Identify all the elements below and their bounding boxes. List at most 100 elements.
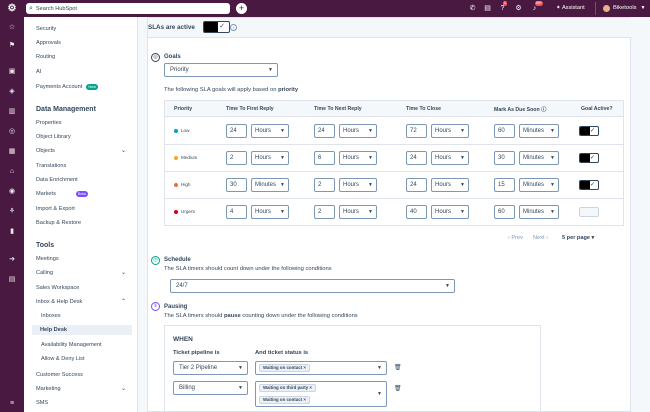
goal-active-toggle[interactable]: ✓: [579, 180, 599, 190]
status-tag[interactable]: Waiting on contact ×: [259, 364, 310, 372]
due-soon-value-input[interactable]: 60: [494, 124, 515, 138]
sidebar-item-approvals[interactable]: Approvals: [36, 38, 132, 48]
close-unit-select[interactable]: Hours ▼: [431, 178, 469, 192]
unit-value: Minutes: [523, 155, 545, 161]
first-reply-unit-select[interactable]: Hours ▼: [251, 124, 289, 138]
sidebar-item-help-desk[interactable]: Help Desk: [32, 325, 132, 335]
section-title-data-management: Data Management: [36, 106, 96, 113]
due-soon-unit-select[interactable]: Minutes ▼: [519, 124, 559, 138]
prev-page-button[interactable]: ‹ Prev: [508, 235, 523, 241]
first-reply-unit-select[interactable]: Minutes ▼: [251, 178, 289, 192]
next-reply-value-input[interactable]: 2: [314, 205, 335, 219]
sidebar-item-customer-success[interactable]: Customer Success: [36, 370, 132, 380]
close-value-input[interactable]: 72: [406, 124, 427, 138]
status-tag[interactable]: Waiting on third party ×: [259, 384, 316, 392]
due-soon-unit-select[interactable]: Minutes ▼: [519, 205, 559, 219]
first-reply-unit-select[interactable]: Hours ▼: [251, 151, 289, 165]
per-page-select[interactable]: 5 per page ▾: [562, 235, 594, 241]
sales-icon[interactable]: ▥: [7, 107, 17, 117]
sidebar-item-meetings[interactable]: Meetings: [36, 254, 132, 264]
hubspot-logo-icon[interactable]: ⚙: [0, 0, 24, 17]
dropdown-arrow-icon: ▼: [368, 209, 373, 215]
first-reply-value-input[interactable]: 4: [226, 205, 247, 219]
close-value-input[interactable]: 24: [406, 178, 427, 192]
sidebar-item-calling[interactable]: Calling ⌄: [36, 268, 132, 278]
sidebar-item-ai[interactable]: AI: [36, 67, 132, 77]
sidebar-item-sales-workspace[interactable]: Sales Workspace: [36, 283, 132, 293]
marketplace-icon[interactable]: ▤: [483, 4, 492, 13]
next-reply-unit-select[interactable]: Hours ▼: [339, 178, 377, 192]
goals-select[interactable]: Priority ▼: [164, 63, 278, 77]
reporting-icon[interactable]: ▮: [7, 227, 17, 237]
due-soon-unit-select[interactable]: Minutes ▼: [519, 151, 559, 165]
sidebar-item-objects[interactable]: Objects ⌄: [36, 146, 132, 156]
search-input[interactable]: ⌕ Search HubSpot: [26, 3, 230, 14]
due-soon-unit-select[interactable]: Minutes ▼: [519, 178, 559, 192]
goal-active-toggle[interactable]: [579, 207, 599, 217]
commerce-icon[interactable]: ⌂: [7, 167, 17, 177]
status-tag[interactable]: Waiting on contact ×: [259, 396, 310, 404]
bookmark-icon[interactable]: ☆: [7, 23, 17, 33]
next-reply-value-input[interactable]: 2: [314, 178, 335, 192]
info-icon[interactable]: i: [230, 24, 237, 31]
assistant-button[interactable]: ✦ Assistant: [556, 3, 585, 14]
next-reply-value-input[interactable]: 6: [314, 151, 335, 165]
sidebar-item-routing[interactable]: Routing: [36, 52, 132, 62]
goal-active-toggle[interactable]: ✓: [579, 126, 599, 136]
due-soon-value-input[interactable]: 60: [494, 205, 515, 219]
sidebar-item-sms[interactable]: SMS: [36, 398, 132, 408]
sidebar-item-import-export[interactable]: Import & Export: [36, 204, 132, 214]
sidebar-item-label: Translations: [36, 163, 67, 169]
pipeline-select[interactable]: Billing ▼: [173, 381, 248, 395]
account-menu[interactable]: Biketools ▼: [603, 3, 645, 14]
next-reply-unit-select[interactable]: Hours ▼: [339, 151, 377, 165]
automation-icon[interactable]: ⚘: [7, 207, 17, 217]
close-value-input[interactable]: 40: [406, 205, 427, 219]
apps-icon[interactable]: ▤: [7, 275, 17, 285]
data-icon[interactable]: ◉: [7, 187, 17, 197]
next-reply-unit-select[interactable]: Hours ▼: [339, 205, 377, 219]
sla-active-toggle[interactable]: ✓: [203, 21, 230, 33]
next-page-button[interactable]: Next ›: [533, 235, 548, 241]
schedule-select[interactable]: 24/7 ▼: [170, 279, 455, 293]
expand-icon[interactable]: ≡: [7, 399, 17, 409]
sidebar-item-payments-account[interactable]: Payments Account New: [36, 82, 132, 92]
sidebar-item-inbox-help-desk[interactable]: Inbox & Help Desk ⌃: [36, 297, 132, 307]
sidebar-item-properties[interactable]: Properties: [36, 118, 132, 128]
phone-icon[interactable]: ✆: [468, 4, 477, 13]
contacts-icon[interactable]: ▣: [7, 67, 17, 77]
sidebar-item-availability-management[interactable]: Availability Management: [41, 340, 137, 350]
sidebar-item-security[interactable]: Security: [36, 24, 132, 34]
first-reply-unit-select[interactable]: Hours ▼: [251, 205, 289, 219]
trash-icon[interactable]: 🗑: [394, 385, 402, 392]
content-icon[interactable]: ▦: [7, 147, 17, 157]
goal-active-toggle[interactable]: ✓: [579, 153, 599, 163]
sidebar-item-backup-restore[interactable]: Backup & Restore: [36, 218, 132, 228]
settings-icon[interactable]: ⚙: [514, 4, 523, 13]
first-reply-value-input[interactable]: 2: [226, 151, 247, 165]
close-unit-select[interactable]: Hours ▼: [431, 205, 469, 219]
sidebar-item-translations[interactable]: Translations: [36, 161, 132, 171]
marketing-icon[interactable]: ◈: [7, 87, 17, 97]
sidebar-item-allow-deny-list[interactable]: Allow & Deny List: [41, 354, 137, 364]
create-button[interactable]: +: [236, 3, 247, 14]
due-soon-value-input[interactable]: 15: [494, 178, 515, 192]
first-reply-value-input[interactable]: 30: [226, 178, 247, 192]
sidebar-item-data-enrichment[interactable]: Data Enrichment: [36, 175, 132, 185]
collapse-arrow-icon[interactable]: ➜: [7, 255, 17, 265]
sidebar-item-inboxes[interactable]: Inboxes: [41, 311, 137, 321]
trash-icon[interactable]: 🗑: [394, 364, 402, 371]
due-soon-value-input[interactable]: 30: [494, 151, 515, 165]
sidebar-item-object-library[interactable]: Object Library: [36, 132, 132, 142]
bookmarks-icon[interactable]: ⚑: [7, 41, 17, 51]
sidebar-item-marketing[interactable]: Marketing ⌄: [36, 384, 132, 394]
first-reply-value-input[interactable]: 24: [226, 124, 247, 138]
close-value-input[interactable]: 24: [406, 151, 427, 165]
close-unit-select[interactable]: Hours ▼: [431, 124, 469, 138]
service-icon[interactable]: ◎: [7, 127, 17, 137]
next-reply-value-input[interactable]: 24: [314, 124, 335, 138]
pipeline-select[interactable]: Tier 2 Pipeline ▼: [173, 361, 248, 375]
next-reply-unit-select[interactable]: Hours ▼: [339, 124, 377, 138]
close-unit-select[interactable]: Hours ▼: [431, 151, 469, 165]
sidebar-item-markets[interactable]: Markets Beta: [36, 189, 132, 199]
